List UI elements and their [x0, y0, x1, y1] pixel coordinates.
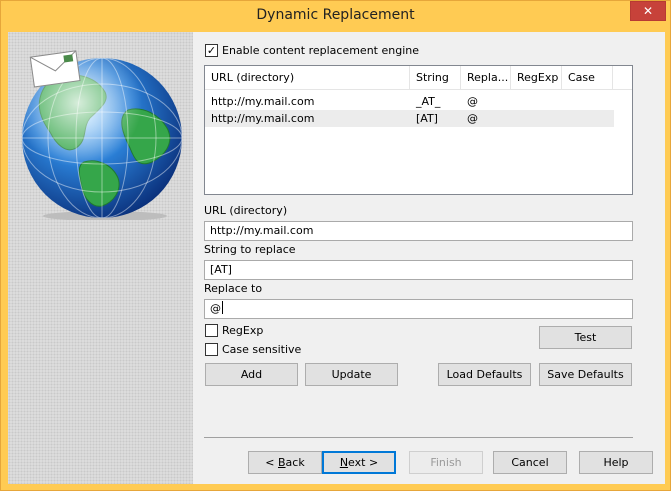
replace-value: @: [210, 302, 221, 315]
table-row[interactable]: http://my.mail.com _AT_ @: [205, 93, 614, 110]
test-button[interactable]: Test: [539, 326, 632, 349]
check-icon: ✓: [206, 44, 217, 57]
column-header-regexp[interactable]: RegExp: [511, 66, 562, 90]
replace-label: Replace to: [204, 282, 263, 295]
wizard-window: Dynamic Replacement ✕ ✓ Enable content r…: [0, 0, 671, 491]
back-rest: ack: [285, 456, 305, 469]
cancel-button[interactable]: Cancel: [493, 451, 567, 474]
cell-url: http://my.mail.com: [211, 112, 315, 125]
next-button[interactable]: Next >: [322, 451, 396, 474]
cell-string: _AT_: [416, 95, 441, 108]
column-header-case[interactable]: Case: [562, 66, 613, 90]
cell-url: http://my.mail.com: [211, 95, 315, 108]
regexp-label: RegExp: [222, 324, 264, 337]
string-label: String to replace: [204, 243, 296, 256]
list-header: URL (directory) String Repla... RegExp C…: [205, 66, 632, 90]
url-input[interactable]: http://my.mail.com: [204, 221, 633, 241]
cell-replace: @: [467, 95, 478, 108]
close-button[interactable]: ✕: [630, 1, 666, 21]
replace-input[interactable]: @: [204, 299, 633, 319]
help-button[interactable]: Help: [579, 451, 653, 474]
load-defaults-button[interactable]: Load Defaults: [438, 363, 531, 386]
nav-separator: [204, 437, 633, 438]
replacement-list[interactable]: URL (directory) String Repla... RegExp C…: [204, 65, 633, 195]
string-input[interactable]: [AT]: [204, 260, 633, 280]
close-icon: ✕: [642, 4, 654, 18]
case-sensitive-label: Case sensitive: [222, 343, 302, 356]
cell-string: [AT]: [416, 112, 438, 125]
column-header-url[interactable]: URL (directory): [205, 66, 410, 90]
regexp-checkbox[interactable]: [205, 324, 218, 337]
column-header-replace[interactable]: Repla...: [461, 66, 511, 90]
side-banner: [8, 32, 193, 484]
window-title: Dynamic Replacement: [256, 7, 415, 23]
globe-mail-icon: [10, 40, 190, 221]
back-prefix: <: [265, 456, 278, 469]
title-bar[interactable]: Dynamic Replacement ✕: [1, 1, 670, 32]
text-caret: [222, 301, 223, 314]
enable-engine-checkbox[interactable]: ✓: [205, 44, 218, 57]
next-mnemonic: N: [339, 456, 349, 469]
update-button[interactable]: Update: [305, 363, 398, 386]
finish-button[interactable]: Finish: [409, 451, 483, 474]
save-defaults-button[interactable]: Save Defaults: [539, 363, 632, 386]
cell-replace: @: [467, 112, 478, 125]
client-area: ✓ Enable content replacement engine URL …: [8, 32, 665, 484]
table-row[interactable]: http://my.mail.com [AT] @: [205, 110, 614, 127]
case-sensitive-checkbox[interactable]: [205, 343, 218, 356]
next-rest: ext >: [348, 456, 379, 469]
url-label: URL (directory): [204, 204, 288, 217]
column-header-string[interactable]: String: [410, 66, 461, 90]
back-button[interactable]: < Back: [248, 451, 322, 474]
enable-engine-label: Enable content replacement engine: [222, 44, 420, 57]
back-mnemonic: B: [278, 456, 286, 469]
add-button[interactable]: Add: [205, 363, 298, 386]
